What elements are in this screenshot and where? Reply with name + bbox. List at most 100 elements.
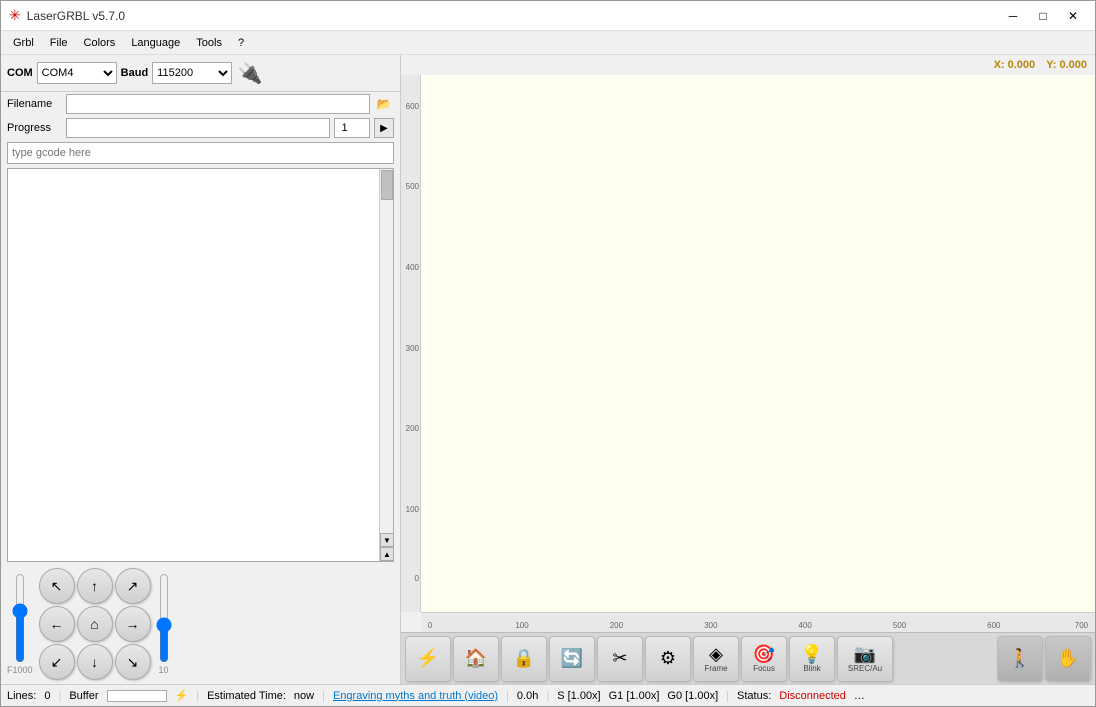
menubar: Grbl File Colors Language Tools ?	[1, 31, 1095, 55]
coord-sep	[1039, 59, 1042, 71]
speed-slider[interactable]	[13, 573, 27, 663]
y-coord: Y: 0.000	[1046, 59, 1087, 71]
focus-label: Focus	[753, 664, 775, 673]
walk-icon: 🚶	[1009, 649, 1031, 667]
jog-grid: ↖ ↑ ↗ ← ⌂ → ↙ ↓ ↘	[39, 568, 151, 680]
focus-icon: 🎯	[753, 645, 775, 663]
tool-rotate-button[interactable]: 🔄	[549, 636, 595, 682]
connection-bar: COM COM4 COM1 COM2 COM3 Baud 115200 9600…	[1, 55, 400, 92]
tool-frame-button[interactable]: ◈ Frame	[693, 636, 739, 682]
status-value: Disconnected	[779, 690, 846, 702]
g0-value: G0 [1.00x]	[667, 690, 718, 702]
coord-bar: X: 0.000 Y: 0.000	[401, 55, 1095, 75]
ruler-bottom: 0 100 200 300 400 500 600 700	[421, 612, 1095, 632]
tool-lock-button[interactable]: 🔒	[501, 636, 547, 682]
console-box: ▼ ▲	[7, 168, 394, 562]
step-label: 10	[159, 665, 169, 675]
jog-s-button[interactable]: ↓	[77, 644, 113, 680]
lines-value: 0	[44, 690, 50, 702]
frame-label: Frame	[704, 664, 727, 673]
gcode-input[interactable]	[7, 142, 394, 164]
maximize-button[interactable]: □	[1029, 6, 1057, 26]
elapsed-time: 0.0h	[517, 690, 538, 702]
tool-laser-button[interactable]: ⚡	[405, 636, 451, 682]
speed-label: F1000	[7, 665, 33, 675]
file-open-button[interactable]: 📂	[374, 94, 394, 114]
tool-walk-button[interactable]: 🚶	[997, 636, 1043, 682]
menu-colors[interactable]: Colors	[76, 35, 124, 51]
step-slider-container: 10	[157, 573, 171, 675]
titlebar: ✳ LaserGRBL v5.7.0 ─ □ ✕	[1, 1, 1095, 31]
time-label: Estimated Time:	[207, 690, 286, 702]
ruler-tick-400-h: 400	[798, 621, 811, 630]
ruler-tick-100-h: 100	[515, 621, 528, 630]
menu-language[interactable]: Language	[123, 35, 188, 51]
jog-e-button[interactable]: →	[115, 606, 151, 642]
titlebar-left: ✳ LaserGRBL v5.7.0	[9, 7, 125, 24]
blink-label: Blink	[803, 664, 820, 673]
bottom-toolbar: ⚡ 🏠 🔒 🔄 ✂	[401, 632, 1095, 684]
window-controls: ─ □ ✕	[999, 6, 1087, 26]
ruler-tick-300-h: 300	[704, 621, 717, 630]
app-icon: ✳	[9, 7, 21, 24]
jog-w-button[interactable]: ←	[39, 606, 75, 642]
blink-icon: 💡	[801, 645, 823, 663]
jog-ne-button[interactable]: ↗	[115, 568, 151, 604]
stop-icon: ✋	[1057, 649, 1079, 667]
video-link[interactable]: Engraving myths and truth (video)	[333, 690, 498, 702]
menu-grbl[interactable]: Grbl	[5, 35, 42, 51]
filename-input[interactable]	[66, 94, 370, 114]
run-button[interactable]: ▶	[374, 118, 394, 138]
ruler-tick-0-v: 0	[415, 574, 419, 583]
baud-label: Baud	[121, 67, 149, 79]
minimize-button[interactable]: ─	[999, 6, 1027, 26]
tool-stop-button[interactable]: ✋	[1045, 636, 1091, 682]
jog-nw-button[interactable]: ↖	[39, 568, 75, 604]
com-select[interactable]: COM4 COM1 COM2 COM3	[37, 62, 117, 84]
cut-icon: ✂	[612, 649, 627, 667]
gcode-area	[7, 142, 394, 164]
close-button[interactable]: ✕	[1059, 6, 1087, 26]
canvas-wrapper: 600 500 400 300 200 100 0 0 100 200 300 …	[401, 75, 1095, 632]
menu-help[interactable]: ?	[230, 35, 252, 51]
tool-focus-button[interactable]: 🎯 Focus	[741, 636, 787, 682]
ruler-tick-600: 600	[406, 102, 419, 111]
main-canvas[interactable]	[421, 75, 1095, 612]
console-area: ▼ ▲	[7, 168, 394, 562]
canvas-area: X: 0.000 Y: 0.000 600 500 400 300 200 10…	[401, 55, 1095, 684]
main-content: COM COM4 COM1 COM2 COM3 Baud 115200 9600…	[1, 55, 1095, 684]
ruler-tick-100: 100	[406, 505, 419, 514]
scroll-up-btn[interactable]: ▲	[380, 547, 394, 561]
tool-settings-button[interactable]: ⚙	[645, 636, 691, 682]
jog-section: F1000 ↖ ↑ ↗ ← ⌂ → ↙ ↓ ↘ 10	[1, 564, 400, 684]
ruler-tick-500: 500	[406, 182, 419, 191]
tool-cut-button[interactable]: ✂	[597, 636, 643, 682]
tool-home-button[interactable]: 🏠	[453, 636, 499, 682]
step-slider[interactable]	[157, 573, 171, 663]
scrollbar-thumb[interactable]	[381, 170, 393, 200]
ruler-left: 600 500 400 300 200 100 0	[401, 75, 421, 612]
jog-se-button[interactable]: ↘	[115, 644, 151, 680]
filename-label: Filename	[7, 98, 62, 110]
status-more: …	[854, 690, 865, 702]
jog-home-button[interactable]: ⌂	[77, 606, 113, 642]
progress-spinner[interactable]	[334, 118, 370, 138]
ruler-tick-500-h: 500	[893, 621, 906, 630]
status-label: Status:	[737, 690, 771, 702]
s-value: S [1.00x]	[557, 690, 600, 702]
menu-file[interactable]: File	[42, 35, 76, 51]
srec-icon: 📷	[854, 645, 876, 663]
jog-sw-button[interactable]: ↙	[39, 644, 75, 680]
buffer-label: Buffer	[69, 690, 98, 702]
scroll-down-btn[interactable]: ▼	[380, 533, 394, 547]
jog-n-button[interactable]: ↑	[77, 568, 113, 604]
speed-slider-container: F1000	[7, 573, 33, 675]
baud-select[interactable]: 115200 9600 57600	[152, 62, 232, 84]
buffer-icon: ⚡	[175, 689, 189, 702]
connect-button[interactable]: 🔌	[236, 59, 264, 87]
ruler-tick-200: 200	[406, 424, 419, 433]
menu-tools[interactable]: Tools	[188, 35, 230, 51]
tool-blink-button[interactable]: 💡 Blink	[789, 636, 835, 682]
lines-label: Lines:	[7, 690, 36, 702]
tool-srec-button[interactable]: 📷 SREC/Au	[837, 636, 893, 682]
